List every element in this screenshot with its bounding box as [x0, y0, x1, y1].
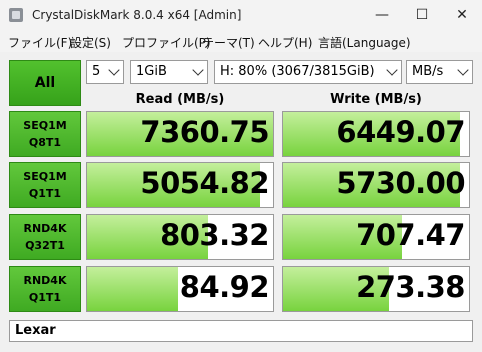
all-button[interactable]: All: [9, 60, 81, 106]
read-bar: [87, 267, 179, 311]
chevron-down-icon: [192, 64, 204, 76]
close-button[interactable]: ✕: [442, 0, 482, 30]
app-icon: [9, 8, 23, 22]
menu-settings[interactable]: 設定(S): [70, 34, 111, 51]
test-size-select[interactable]: 1GiB: [130, 60, 208, 84]
menu-theme[interactable]: テーマ(T): [202, 34, 255, 51]
comment-text: Lexar: [15, 323, 56, 338]
write-result: 707.47: [282, 214, 470, 260]
comment-field[interactable]: Lexar: [9, 320, 473, 342]
test-count-value: 5: [92, 64, 101, 79]
title-bar: CrystalDiskMark 8.0.4 x64 [Admin] — ☐ ✕: [0, 0, 482, 30]
minimize-button[interactable]: —: [362, 0, 402, 30]
write-value: 6449.07: [336, 115, 465, 149]
write-result: 5730.00: [282, 162, 470, 208]
read-header: Read (MB/s): [135, 92, 225, 107]
chevron-down-icon: [457, 64, 469, 76]
write-value: 273.38: [356, 270, 465, 304]
menu-language[interactable]: 言語(Language): [318, 34, 411, 51]
menu-profile[interactable]: プロファイル(P): [122, 34, 211, 51]
row-label-line1: RND4K: [23, 222, 67, 235]
menu-file[interactable]: ファイル(F): [8, 34, 72, 51]
read-result: 803.32: [86, 214, 274, 260]
row-label-line2: Q32T1: [25, 239, 65, 252]
read-value: 803.32: [160, 218, 269, 252]
window-title: CrystalDiskMark 8.0.4 x64 [Admin]: [32, 8, 242, 22]
write-result: 273.38: [282, 266, 470, 312]
drive-select[interactable]: H: 80% (3067/3815GiB): [214, 60, 402, 84]
menu-bar: ファイル(F) 設定(S) プロファイル(P) テーマ(T) ヘルプ(H) 言語…: [0, 30, 482, 52]
write-header: Write (MB/s): [330, 92, 422, 107]
read-value: 84.92: [179, 270, 270, 304]
row-button-rnd4k-q1t1[interactable]: RND4K Q1T1: [9, 266, 81, 312]
row-button-rnd4k-q32t1[interactable]: RND4K Q32T1: [9, 214, 81, 260]
read-result: 5054.82: [86, 162, 274, 208]
unit-value: MB/s: [412, 64, 444, 79]
write-value: 707.47: [356, 218, 465, 252]
unit-select[interactable]: MB/s: [406, 60, 473, 84]
row-button-seq1m-q8t1[interactable]: SEQ1M Q8T1: [9, 111, 81, 157]
row-label-line1: SEQ1M: [23, 119, 67, 132]
chevron-down-icon: [386, 64, 398, 76]
row-label-line2: Q8T1: [28, 136, 62, 149]
write-result: 6449.07: [282, 111, 470, 157]
read-result: 7360.75: [86, 111, 274, 157]
read-value: 7360.75: [140, 115, 269, 149]
read-value: 5054.82: [140, 166, 269, 200]
write-value: 5730.00: [336, 166, 465, 200]
row-button-seq1m-q1t1[interactable]: SEQ1M Q1T1: [9, 162, 81, 208]
drive-value: H: 80% (3067/3815GiB): [220, 64, 375, 79]
read-result: 84.92: [86, 266, 274, 312]
test-count-select[interactable]: 5: [86, 60, 124, 84]
maximize-button[interactable]: ☐: [402, 0, 442, 30]
menu-help[interactable]: ヘルプ(H): [258, 34, 312, 51]
test-size-value: 1GiB: [136, 64, 167, 79]
row-label-line1: RND4K: [23, 274, 67, 287]
row-label-line2: Q1T1: [28, 187, 62, 200]
chevron-down-icon: [108, 64, 120, 76]
row-label-line2: Q1T1: [28, 291, 62, 304]
row-label-line1: SEQ1M: [23, 170, 67, 183]
